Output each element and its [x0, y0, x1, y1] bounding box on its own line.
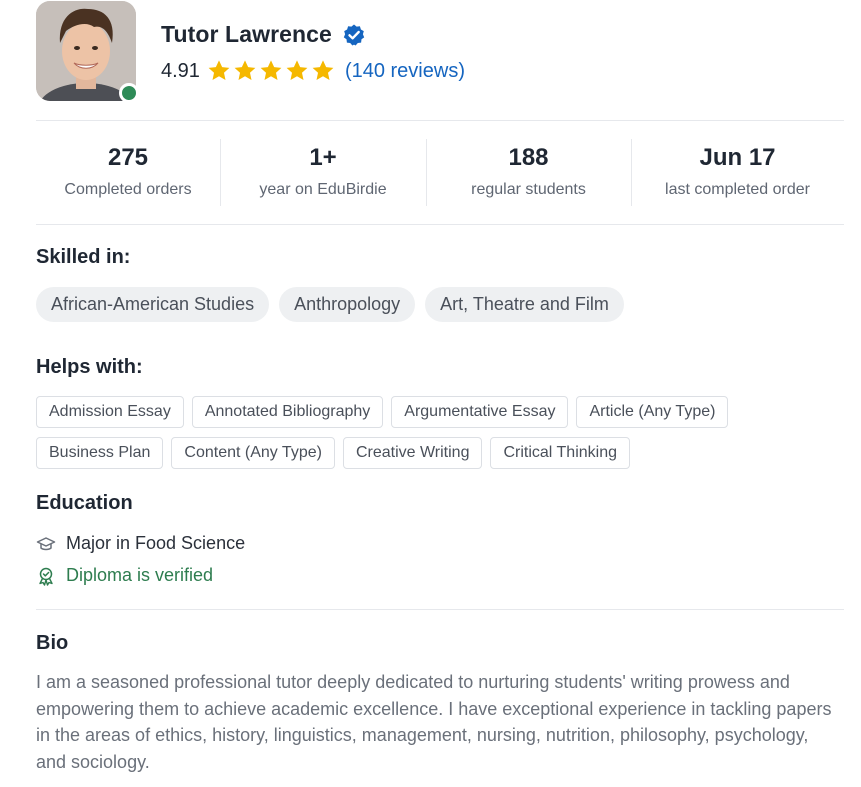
help-chip[interactable]: Creative Writing	[342, 437, 483, 469]
bio-text: I am a seasoned professional tutor deepl…	[36, 672, 832, 772]
diploma-verified-text: Diploma is verified	[66, 565, 214, 585]
stat-label: regular students	[471, 181, 586, 198]
helps-list: Admission Essay Annotated Bibliography A…	[36, 396, 836, 469]
skills-title: Skilled in:	[36, 246, 131, 268]
skill-chip[interactable]: Art, Theatre and Film	[425, 287, 624, 322]
help-chip[interactable]: Content (Any Type)	[171, 437, 335, 469]
stat-label: year on EduBirdie	[259, 181, 387, 198]
tutor-name: Tutor Lawrence	[161, 21, 332, 47]
reviews-link[interactable]: (140 reviews)	[345, 60, 465, 83]
skill-chip[interactable]: African-American Studies	[36, 287, 270, 322]
star-icon	[312, 60, 334, 80]
divider	[36, 224, 844, 225]
star-icon	[260, 60, 282, 80]
stat-regular-students: 188 regular students	[426, 139, 631, 207]
star-icon	[234, 60, 256, 80]
education-title: Education	[36, 492, 133, 514]
stat-completed-orders: 275 Completed orders	[36, 139, 220, 207]
stat-value: 275	[107, 144, 149, 171]
stat-label: last completed order	[665, 181, 810, 198]
education-major: Major in Food Science	[66, 533, 246, 553]
divider	[36, 120, 844, 121]
divider	[36, 609, 844, 610]
education-verified-row: Diploma is verified	[36, 565, 213, 586]
tutor-header: Tutor Lawrence 4.91 (140 reviews)	[36, 1, 816, 105]
skill-chip[interactable]: Anthropology	[279, 287, 416, 322]
stat-value: 1+	[309, 144, 337, 171]
avatar-container[interactable]	[36, 1, 139, 103]
rating-value: 4.91	[161, 59, 200, 82]
graduation-cap-icon	[36, 536, 56, 550]
help-chip[interactable]: Critical Thinking	[490, 437, 630, 469]
stat-years: 1+ year on EduBirdie	[220, 139, 426, 207]
help-chip[interactable]: Argumentative Essay	[391, 396, 569, 428]
stat-value: Jun 17	[699, 144, 776, 171]
stat-label: Completed orders	[64, 181, 192, 198]
online-status-indicator	[119, 83, 139, 103]
education-major-row: Major in Food Science	[36, 533, 245, 554]
helps-title: Helps with:	[36, 356, 143, 378]
star-icon	[208, 60, 230, 80]
help-chip[interactable]: Admission Essay	[36, 396, 184, 428]
award-badge-icon	[39, 567, 53, 586]
rating-row: 4.91 (140 reviews)	[161, 58, 465, 84]
help-chip[interactable]: Business Plan	[36, 437, 164, 469]
stat-last-order: Jun 17 last completed order	[631, 139, 844, 207]
star-icon	[286, 60, 308, 80]
help-chip[interactable]: Article (Any Type)	[576, 396, 729, 428]
help-chip[interactable]: Annotated Bibliography	[191, 396, 384, 428]
name-row: Tutor Lawrence	[161, 21, 366, 48]
bio-title: Bio	[36, 632, 69, 654]
skills-list: African-American Studies Anthropology Ar…	[36, 287, 624, 322]
stat-value: 188	[508, 144, 549, 171]
stats-bar: 275 Completed orders 1+ year on EduBirdi…	[36, 139, 844, 207]
star-rating	[206, 58, 336, 84]
verified-badge-icon	[342, 23, 366, 47]
